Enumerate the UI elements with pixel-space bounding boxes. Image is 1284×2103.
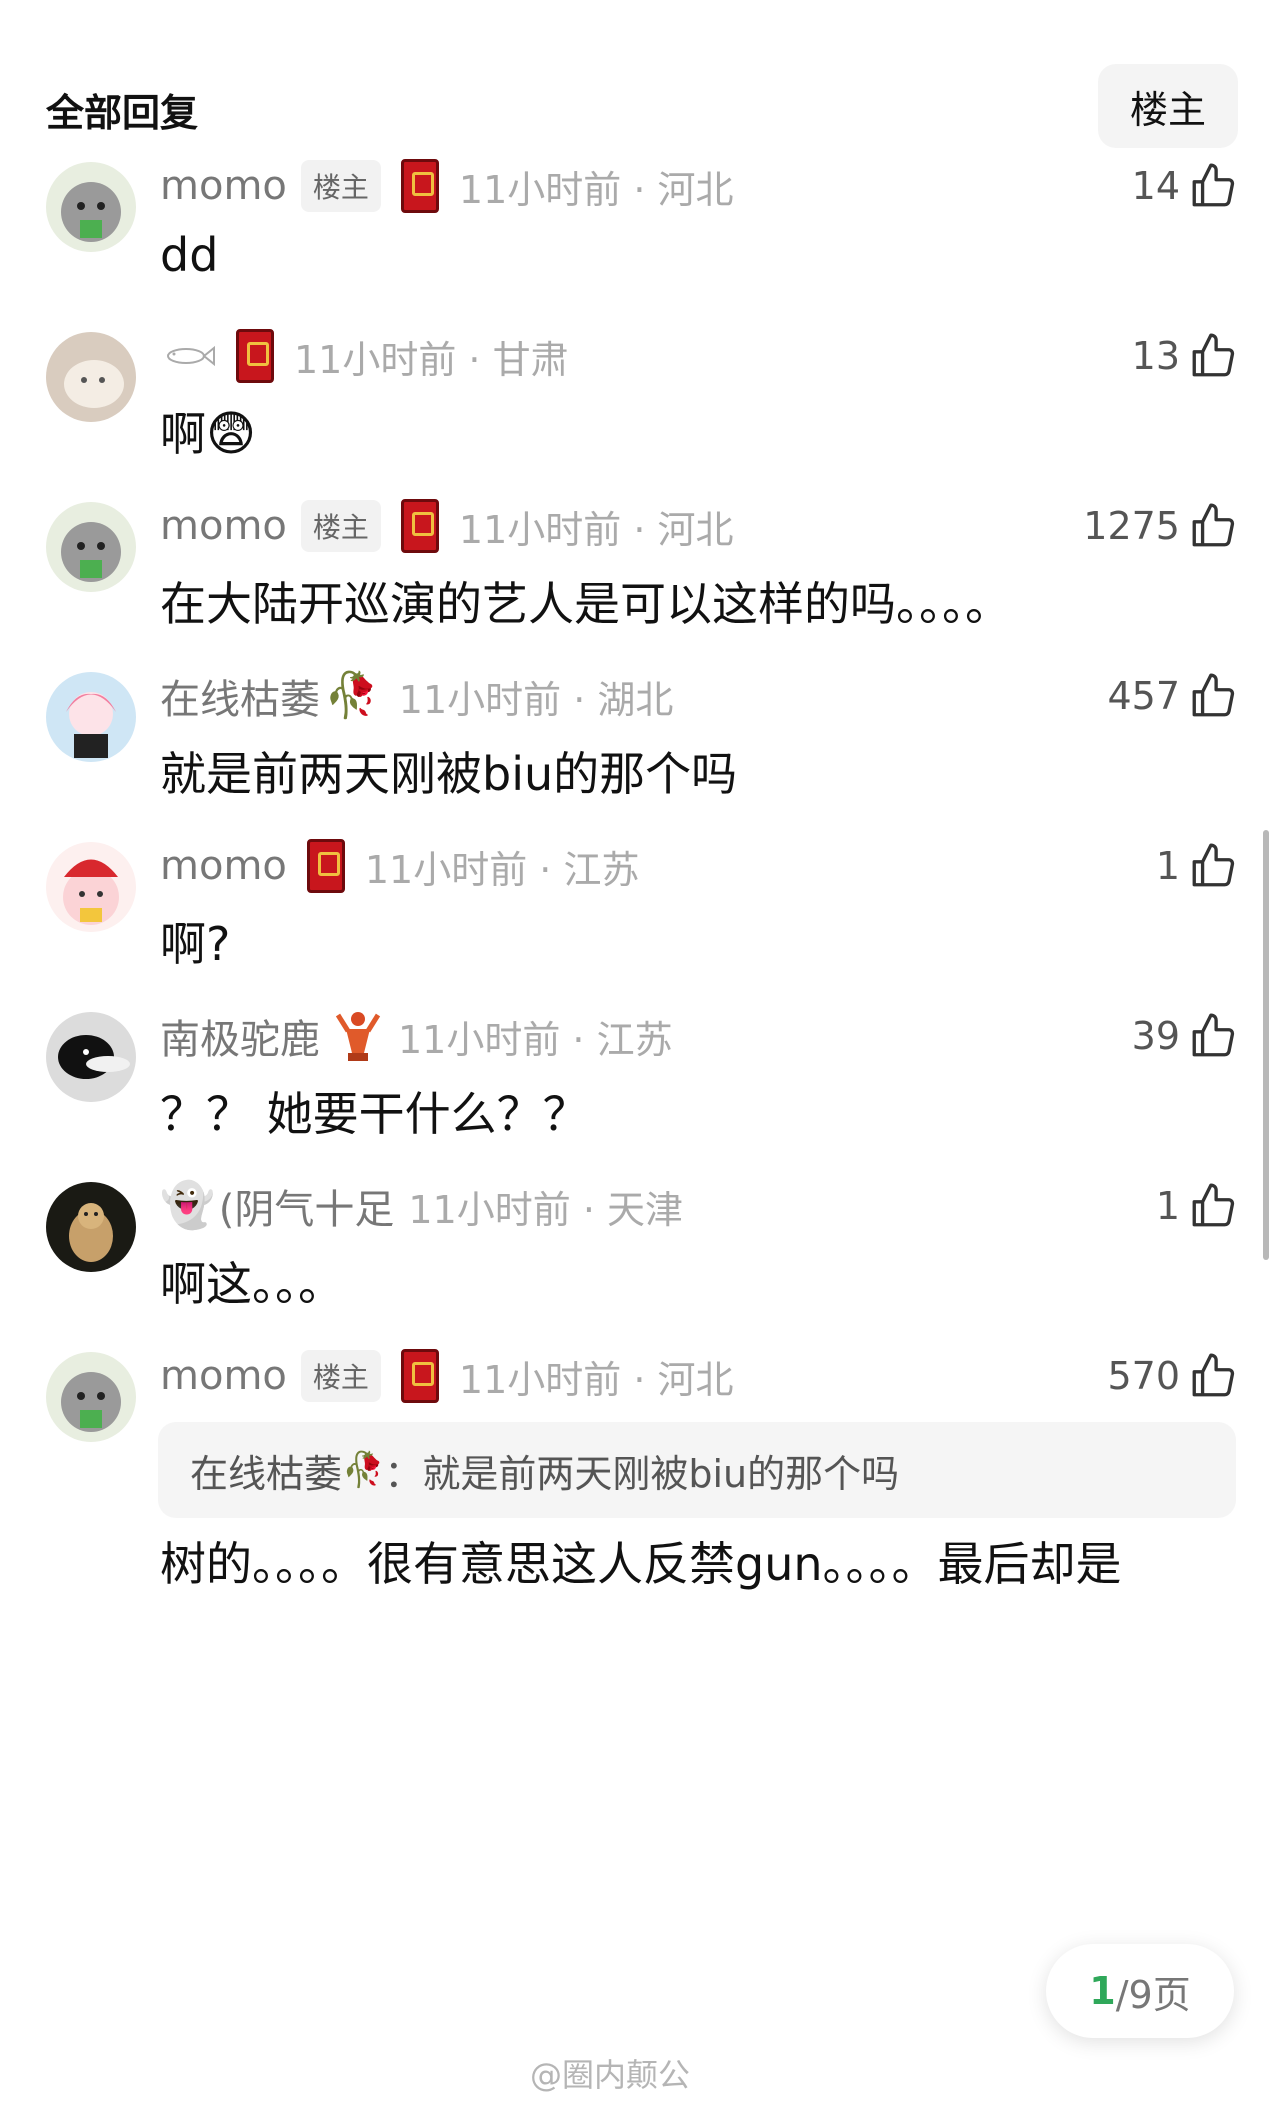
comment-meta: 11小时前 · 甘肃 xyxy=(160,326,569,386)
total-pages: /9页 xyxy=(1115,1972,1191,2017)
page-indicator[interactable]: 1/9页 xyxy=(1046,1944,1234,2038)
like-count: 14 xyxy=(1131,164,1180,208)
comment-text: ？？ 她要干什么？？ xyxy=(160,1087,589,1141)
ghost-icon: 👻 xyxy=(160,1180,215,1231)
like-button[interactable]: 1 xyxy=(1156,836,1238,896)
watermark: @圈内颠公 xyxy=(530,2056,691,2094)
avatar[interactable] xyxy=(46,1012,136,1102)
comment-text: 树的。。。。很有意思这人反禁gun。。。。最后却是 xyxy=(160,1537,1122,1591)
comment-meta: 在线枯萎 🥀 11小时前 · 湖北 xyxy=(160,666,673,726)
username[interactable]: (阴气十足 xyxy=(219,1177,395,1235)
comment-meta: momo 楼主 11小时前 · 河北 xyxy=(160,1346,733,1406)
comment-text: 在大陆开巡演的艺人是可以这样的吗。。。。 xyxy=(160,577,1011,631)
like-count: 1275 xyxy=(1083,504,1180,548)
comment-item: momo 楼主 11小时前 · 河北 570 在线枯萎 🥀 ： 就是前两天刚被b… xyxy=(0,1346,1284,1596)
op-badge: 楼主 xyxy=(300,160,381,212)
like-count: 1 xyxy=(1155,844,1180,888)
current-page: 1 xyxy=(1089,1969,1116,2013)
comment-text: 啊这。。。 xyxy=(160,1257,344,1311)
like-button[interactable]: 39 xyxy=(1132,1006,1238,1066)
thumbs-up-icon xyxy=(1192,843,1235,887)
comment-meta: momo 11小时前 · 江苏 xyxy=(160,836,639,896)
like-button[interactable]: 13 xyxy=(1132,326,1238,386)
comment-item: momo 楼主 11小时前 · 河北 14 dd xyxy=(0,156,1284,296)
fish-icon xyxy=(167,345,215,367)
time-location: 11小时前 · 江苏 xyxy=(364,847,640,892)
red-book-badge-icon xyxy=(400,499,439,553)
comment-meta: 南极驼鹿 11小时前 · 江苏 xyxy=(160,1006,673,1066)
comment-item: 在线枯萎 🥀 11小时前 · 湖北 457 就是前两天刚被biu的那个吗 xyxy=(0,666,1284,806)
thumbs-up-icon xyxy=(1192,1013,1235,1057)
like-button[interactable]: 14 xyxy=(1132,156,1238,216)
comment-meta: 👻 (阴气十足 11小时前 · 天津 xyxy=(160,1176,683,1236)
red-book-badge-icon xyxy=(306,839,345,893)
quoted-username: 在线枯萎 xyxy=(190,1451,343,1496)
page-title: 全部回复 xyxy=(46,91,199,135)
like-count: 1 xyxy=(1155,1184,1180,1228)
username[interactable]: 南极驼鹿 xyxy=(160,1007,320,1065)
avatar[interactable] xyxy=(46,1182,136,1272)
quote-separator: ： xyxy=(384,1451,423,1496)
trophy-figure-icon xyxy=(335,1012,381,1061)
comment-item: 南极驼鹿 11小时前 · 江苏 39 ？？ 她要干什么？？ xyxy=(0,1006,1284,1146)
like-button[interactable]: 1275 xyxy=(1083,496,1238,556)
fearful-face-emoji: 😨 xyxy=(206,406,257,462)
red-book-badge-icon xyxy=(400,1349,439,1403)
time-location: 11小时前 · 河北 xyxy=(458,507,734,552)
avatar[interactable] xyxy=(46,672,136,762)
like-count: 13 xyxy=(1131,334,1180,378)
username[interactable]: 在线枯萎 xyxy=(160,667,320,725)
comment-meta: momo 楼主 11小时前 · 河北 xyxy=(160,496,733,556)
red-book-badge-icon xyxy=(400,159,439,213)
time-location: 11小时前 · 河北 xyxy=(458,167,734,212)
like-count: 39 xyxy=(1131,1014,1180,1058)
like-count: 457 xyxy=(1107,674,1180,718)
header: 全部回复 楼主 xyxy=(0,0,1284,160)
quoted-text: 就是前两天刚被biu的那个吗 xyxy=(422,1451,900,1496)
thumbs-up-icon xyxy=(1192,503,1235,547)
time-location: 11小时前 · 湖北 xyxy=(398,677,674,722)
wilted-rose-icon: 🥀 xyxy=(342,1450,385,1490)
like-button[interactable]: 457 xyxy=(1107,666,1238,726)
comment-text: 啊😨 xyxy=(160,398,256,464)
comment-item: momo 11小时前 · 江苏 1 啊? xyxy=(0,836,1284,976)
scrollbar[interactable] xyxy=(1263,830,1269,1260)
op-badge: 楼主 xyxy=(300,500,381,552)
username[interactable]: momo xyxy=(160,503,287,549)
comment-text-body: 啊 xyxy=(160,407,206,461)
like-button[interactable]: 1 xyxy=(1156,1176,1238,1236)
avatar[interactable] xyxy=(46,1352,136,1442)
username[interactable]: momo xyxy=(160,1353,287,1399)
thumbs-up-icon xyxy=(1192,673,1235,717)
comment-text: dd xyxy=(160,228,219,282)
time-location: 11小时前 · 天津 xyxy=(408,1187,683,1232)
wilted-rose-icon: 🥀 xyxy=(324,670,379,721)
time-location: 11小时前 · 河北 xyxy=(458,1357,734,1402)
thumbs-up-icon xyxy=(1192,163,1235,207)
time-location: 11小时前 · 甘肃 xyxy=(294,337,569,382)
thumbs-up-icon xyxy=(1192,1353,1235,1397)
comment-text: 就是前两天刚被biu的那个吗 xyxy=(160,747,738,801)
comment-item: 11小时前 · 甘肃 13 啊😨 xyxy=(0,326,1284,466)
thumbs-up-icon xyxy=(1192,1183,1235,1227)
red-book-badge-icon xyxy=(236,329,274,383)
avatar[interactable] xyxy=(46,502,136,592)
comment-text: 啊? xyxy=(160,917,231,971)
op-only-filter-button[interactable]: 楼主 xyxy=(1098,64,1238,148)
username[interactable]: momo xyxy=(160,843,287,889)
username[interactable]: momo xyxy=(160,163,287,209)
time-location: 11小时前 · 江苏 xyxy=(398,1017,673,1062)
like-button[interactable]: 570 xyxy=(1107,1346,1238,1406)
op-badge: 楼主 xyxy=(300,1350,381,1402)
avatar[interactable] xyxy=(46,842,136,932)
quoted-reply[interactable]: 在线枯萎 🥀 ： 就是前两天刚被biu的那个吗 xyxy=(158,1422,1236,1518)
thumbs-up-icon xyxy=(1192,333,1235,377)
comment-item: momo 楼主 11小时前 · 河北 1275 在大陆开巡演的艺人是可以这样的吗… xyxy=(0,496,1284,636)
like-count: 570 xyxy=(1107,1354,1180,1398)
avatar[interactable] xyxy=(46,332,136,422)
comment-item: 👻 (阴气十足 11小时前 · 天津 1 啊这。。。 xyxy=(0,1176,1284,1316)
comment-meta: momo 楼主 11小时前 · 河北 xyxy=(160,156,733,216)
avatar[interactable] xyxy=(46,162,136,252)
